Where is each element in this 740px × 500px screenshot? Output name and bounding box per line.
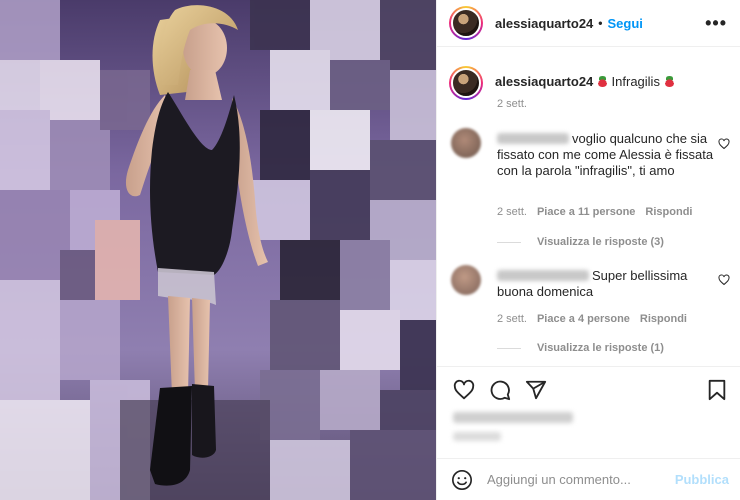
post-caption: alessiaquarto24 Infragilis xyxy=(449,66,733,100)
comment-icon[interactable] xyxy=(489,379,511,401)
replies-divider-line xyxy=(497,347,521,349)
publish-button[interactable]: Pubblica xyxy=(675,472,729,487)
comment-timestamp[interactable]: 2 sett. xyxy=(497,313,527,325)
comment-avatar[interactable] xyxy=(451,128,481,158)
rose-emoji-icon xyxy=(663,76,675,87)
post-action-bar xyxy=(437,366,740,414)
caption-text-block: alessiaquarto24 Infragilis xyxy=(495,74,675,100)
photo-canvas xyxy=(0,0,436,500)
bookmark-icon[interactable] xyxy=(707,379,727,401)
comment-text-block: voglio qualcuno che sia fissato con me c… xyxy=(497,131,717,179)
post-header: alessiaquarto24 • Segui ••• xyxy=(437,0,740,47)
rose-emoji-icon xyxy=(596,76,608,87)
view-replies-button[interactable]: Visualizza le risposte (1) xyxy=(497,342,664,354)
author-avatar[interactable] xyxy=(449,6,483,40)
replies-divider-line xyxy=(497,241,521,243)
heart-icon[interactable] xyxy=(453,379,475,401)
view-replies-label[interactable]: Visualizza le risposte (1) xyxy=(537,342,664,354)
blurred-username[interactable] xyxy=(497,270,589,281)
caption-timestamp[interactable]: 2 sett. xyxy=(497,98,527,110)
comment-avatar[interactable] xyxy=(451,265,481,295)
view-replies-button[interactable]: Visualizza le risposte (3) xyxy=(497,236,664,248)
post-date-blurred[interactable] xyxy=(453,432,501,441)
comment-likes-count[interactable]: Piace a 4 persone xyxy=(537,313,630,325)
comment-meta: 2 sett. Piace a 4 persone Rispondi xyxy=(497,313,687,325)
author-username[interactable]: alessiaquarto24 xyxy=(495,16,593,31)
comment-likes-count[interactable]: Piace a 11 persone xyxy=(537,206,635,218)
comment-meta: 2 sett. Piace a 11 persone Rispondi xyxy=(497,206,692,218)
comment-input[interactable] xyxy=(487,472,667,487)
likes-summary-blurred[interactable] xyxy=(453,412,573,423)
reply-button[interactable]: Rispondi xyxy=(645,206,692,218)
more-options-icon[interactable]: ••• xyxy=(705,13,727,34)
post-side-panel: alessiaquarto24 • Segui ••• alessiaquart… xyxy=(436,0,740,500)
follow-button[interactable]: Segui xyxy=(607,16,642,31)
comment-like-heart-icon[interactable] xyxy=(718,274,730,286)
instagram-post: alessiaquarto24 • Segui ••• alessiaquart… xyxy=(0,0,740,500)
share-icon[interactable] xyxy=(525,379,547,401)
post-photo[interactable] xyxy=(0,0,436,500)
view-replies-label[interactable]: Visualizza le risposte (3) xyxy=(537,236,664,248)
smiley-icon[interactable] xyxy=(451,469,473,491)
header-separator: • xyxy=(598,16,603,30)
comment-like-heart-icon[interactable] xyxy=(718,138,730,150)
blurred-username[interactable] xyxy=(497,133,569,144)
reply-button[interactable]: Rispondi xyxy=(640,313,687,325)
comment-text-block: Super bellissima buona domenica xyxy=(497,268,717,300)
caption-username[interactable]: alessiaquarto24 xyxy=(495,74,593,89)
caption-text: Infragilis xyxy=(611,74,660,89)
comment-timestamp[interactable]: 2 sett. xyxy=(497,206,527,218)
add-comment-bar: Pubblica xyxy=(437,458,740,500)
caption-avatar[interactable] xyxy=(449,66,483,100)
